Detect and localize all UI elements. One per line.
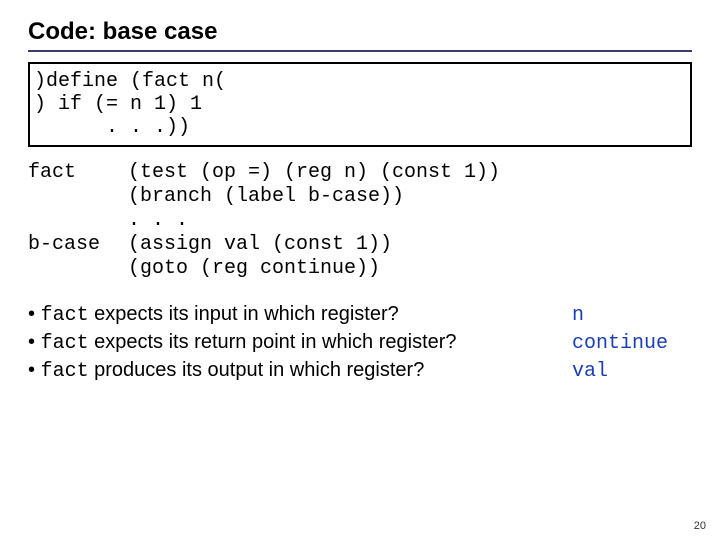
asm-label: b-case bbox=[28, 233, 128, 257]
qa-question: • fact expects its return point in which… bbox=[28, 331, 564, 355]
qa-text: expects its input in which register? bbox=[89, 303, 399, 325]
qa-text: expects its return point in which regist… bbox=[89, 331, 457, 353]
asm-instr: (branch (label b-case)) bbox=[128, 185, 692, 209]
qa-question: • fact produces its output in which regi… bbox=[28, 359, 564, 383]
code-block: )define (fact n( ) if (= n 1) 1 . . .)) bbox=[28, 62, 692, 147]
qa-block: • fact expects its input in which regist… bbox=[28, 303, 692, 383]
asm-label bbox=[28, 209, 128, 233]
asm-instr: (goto (reg continue)) bbox=[128, 257, 692, 281]
asm-label: fact bbox=[28, 161, 128, 185]
slide-title: Code: base case bbox=[28, 18, 692, 46]
asm-label bbox=[28, 257, 128, 281]
asm-instr: . . . bbox=[128, 209, 692, 233]
asm-label bbox=[28, 185, 128, 209]
qa-text: produces its output in which register? bbox=[89, 359, 425, 381]
qa-mono: fact bbox=[41, 304, 89, 327]
qa-question: • fact expects its input in which regist… bbox=[28, 303, 564, 327]
qa-mono: fact bbox=[41, 360, 89, 383]
slide: Code: base case )define (fact n( ) if (=… bbox=[0, 0, 720, 540]
assembly-listing: fact (test (op =) (reg n) (const 1)) (br… bbox=[28, 161, 692, 281]
page-number: 20 bbox=[694, 520, 706, 532]
qa-answer: val bbox=[572, 360, 692, 383]
qa-answer: n bbox=[572, 304, 692, 327]
asm-instr: (assign val (const 1)) bbox=[128, 233, 692, 257]
qa-mono: fact bbox=[41, 332, 89, 355]
asm-instr: (test (op =) (reg n) (const 1)) bbox=[128, 161, 692, 185]
title-rule bbox=[28, 50, 692, 52]
qa-answer: continue bbox=[572, 332, 692, 355]
